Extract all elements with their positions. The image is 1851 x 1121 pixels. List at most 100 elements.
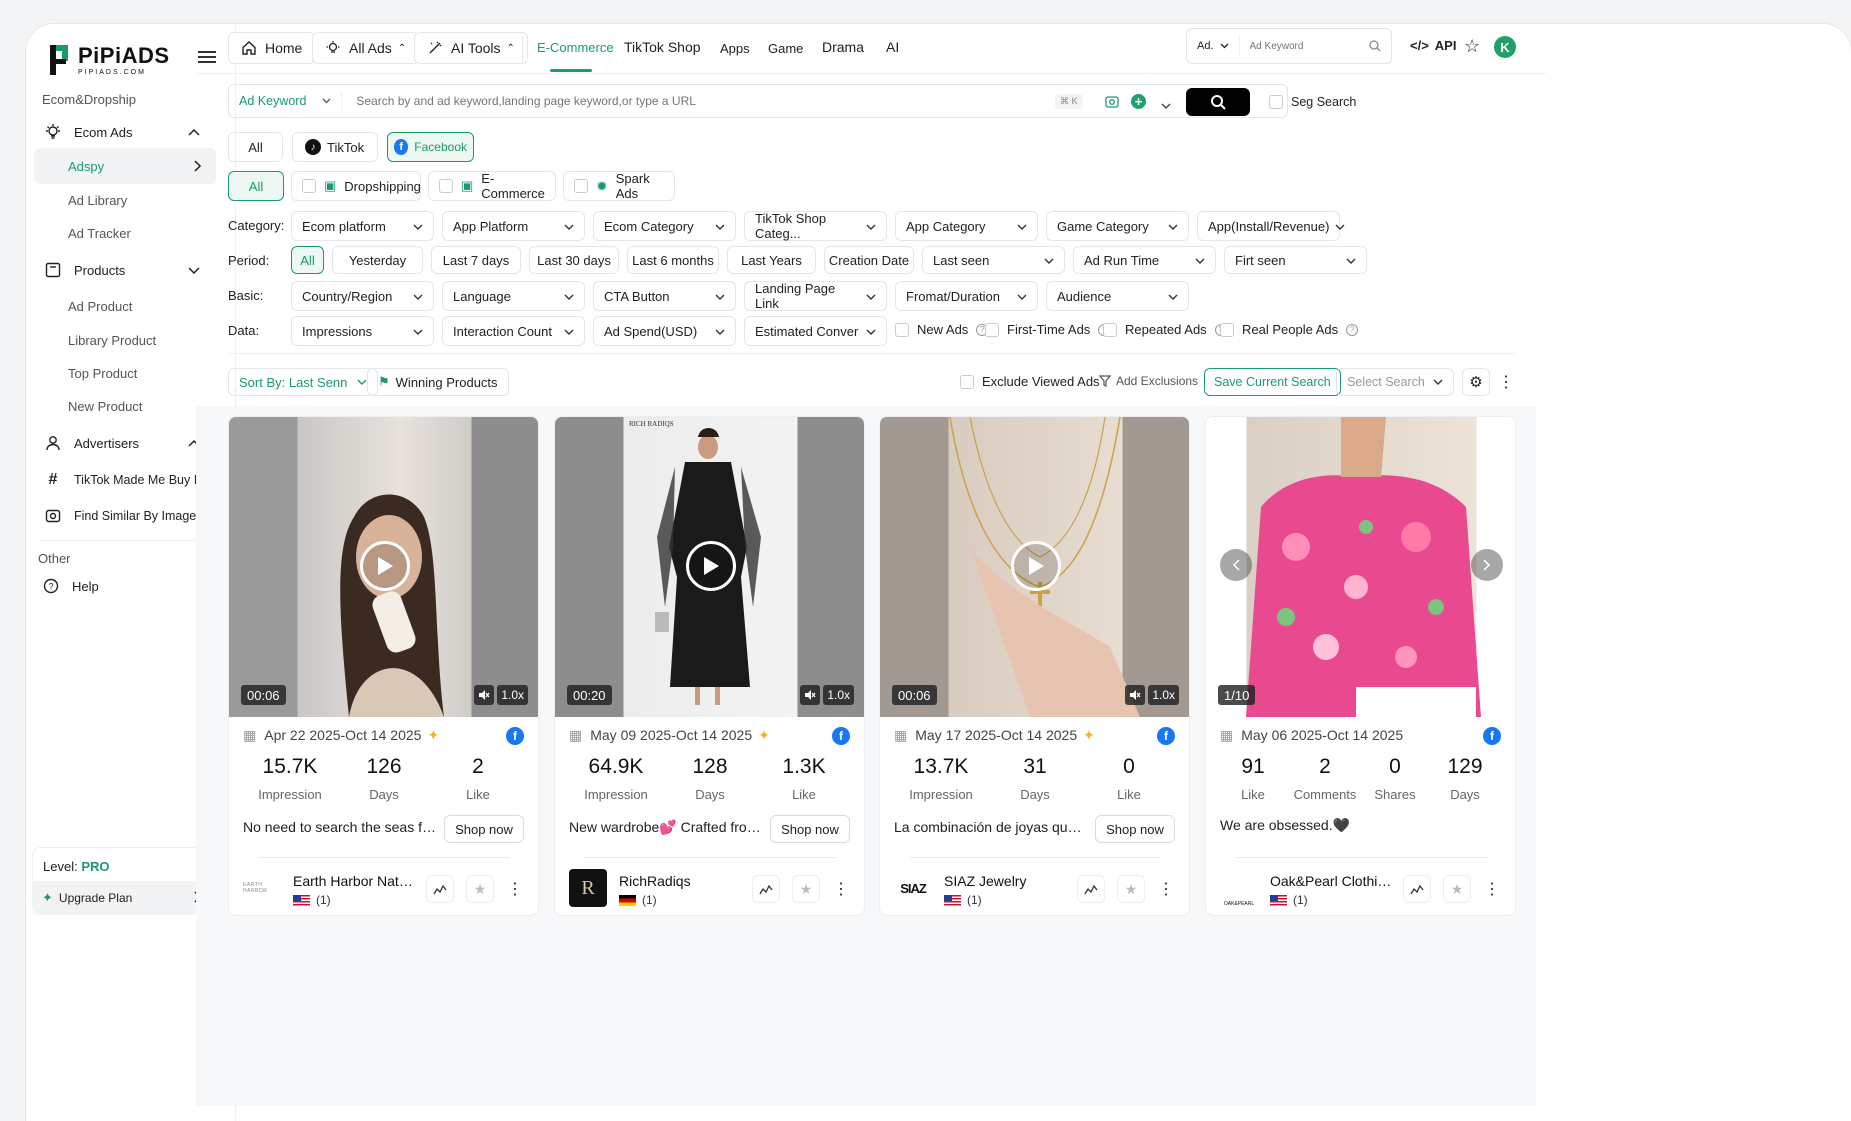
estimated-conversion-select[interactable]: Estimated Conver xyxy=(744,316,887,346)
seg-search-toggle[interactable]: Seg Search xyxy=(1269,95,1356,109)
sidebar-item-tiktok-made[interactable]: # TikTok Made Me Buy It xyxy=(32,462,214,498)
sidebar-item-ecom-ads[interactable]: Ecom Ads xyxy=(32,114,214,150)
winning-products-button[interactable]: ⚑ Winning Products xyxy=(367,368,509,396)
mute-icon[interactable] xyxy=(474,685,494,705)
advertiser-name[interactable]: Earth Harbor Natu... xyxy=(293,873,417,889)
repeated-ads-checkbox[interactable] xyxy=(1103,322,1117,337)
tab-apps[interactable]: Apps xyxy=(720,41,750,56)
sidebar-item-ad-product[interactable]: Ad Product xyxy=(68,299,132,314)
exclude-viewed-toggle[interactable]: Exclude Viewed Ads xyxy=(960,374,1100,389)
top-search-type[interactable]: Ad. xyxy=(1187,36,1240,56)
period-creation-date[interactable]: Creation Date xyxy=(824,246,914,274)
filter-repeated-ads[interactable]: Repeated Ads? xyxy=(1103,322,1227,337)
filter-first-time-ads[interactable]: First-Time Ads? xyxy=(985,322,1111,337)
sidebar-item-top-product[interactable]: Top Product xyxy=(68,366,137,381)
platform-all[interactable]: All xyxy=(228,132,283,162)
ad-card[interactable]: 00:06 1.0x ▦ May 17 2025-Oct 14 2025 ✦ f… xyxy=(879,416,1190,916)
country-region-select[interactable]: Country/Region xyxy=(291,281,434,311)
ad-media[interactable]: 1/10 xyxy=(1206,417,1515,717)
prev-image-button[interactable] xyxy=(1220,549,1252,581)
settings-icon[interactable]: ⚙ xyxy=(1462,368,1490,396)
advertiser-name[interactable]: Oak&Pearl Clothin... xyxy=(1270,873,1394,889)
ad-card[interactable]: RICH RADIQS 00:20 1.0x ▦ May 09 2025-Oct… xyxy=(554,416,865,916)
advertiser-name[interactable]: RichRadiqs xyxy=(619,873,743,889)
search-input[interactable] xyxy=(356,94,1057,108)
more-icon[interactable]: ⋮ xyxy=(1152,875,1180,903)
type-ecommerce[interactable]: ▣ E-Commerce xyxy=(428,171,556,201)
interaction-count-select[interactable]: Interaction Count xyxy=(442,316,585,346)
first-seen-select[interactable]: Firt seen xyxy=(1224,246,1367,274)
ad-card[interactable]: 00:06 1.0x ▦ Apr 22 2025-Oct 14 2025 ✦ f… xyxy=(228,416,539,916)
tab-drama[interactable]: Drama xyxy=(822,39,864,55)
type-spark-ads[interactable]: ✹ Spark Ads xyxy=(563,171,675,201)
sidebar-item-help[interactable]: ? Help xyxy=(30,568,212,604)
next-image-button[interactable] xyxy=(1471,549,1503,581)
playback-speed[interactable]: 1.0x xyxy=(1148,685,1179,705)
play-button[interactable] xyxy=(686,541,736,591)
sidebar-item-products[interactable]: Products xyxy=(32,252,214,288)
analytics-icon[interactable] xyxy=(1077,875,1105,903)
game-category-select[interactable]: Game Category xyxy=(1046,211,1189,241)
ad-media[interactable]: 00:06 1.0x xyxy=(880,417,1189,717)
app-install-revenue-select[interactable]: App(Install/Revenue) xyxy=(1197,211,1345,241)
shop-now-button[interactable]: Shop now xyxy=(1095,815,1175,843)
search-icon[interactable] xyxy=(1369,40,1381,52)
impressions-select[interactable]: Impressions xyxy=(291,316,434,346)
chevron-down-icon[interactable] xyxy=(1161,97,1171,113)
search-button[interactable] xyxy=(1186,88,1250,116)
sidebar-item-adspy[interactable]: Adspy xyxy=(34,148,216,184)
advertiser-name[interactable]: SIAZ Jewelry xyxy=(944,873,1068,889)
tab-ai[interactable]: AI xyxy=(886,39,899,55)
advertiser-logo[interactable]: OAK&PEARL xyxy=(1220,869,1258,907)
upgrade-plan-button[interactable]: ✦ Upgrade Plan xyxy=(32,881,214,915)
first-time-ads-checkbox[interactable] xyxy=(985,322,999,337)
more-options-icon[interactable]: ⋮ xyxy=(1498,368,1514,396)
tab-ecommerce[interactable]: E-Commerce xyxy=(537,40,614,55)
advertiser-logo[interactable]: SIAZ xyxy=(894,869,932,907)
sidebar-item-advertisers[interactable]: Advertisers xyxy=(32,425,214,461)
playback-speed[interactable]: 1.0x xyxy=(497,685,528,705)
platform-facebook[interactable]: f Facebook xyxy=(387,132,474,162)
star-icon[interactable]: ★ xyxy=(466,875,494,903)
top-search-input[interactable] xyxy=(1249,40,1370,52)
home-button[interactable]: Home xyxy=(228,32,316,64)
period-all[interactable]: All xyxy=(291,246,324,274)
language-select[interactable]: Language xyxy=(442,281,585,311)
advertiser-logo[interactable]: R xyxy=(569,869,607,907)
help-icon[interactable]: ? xyxy=(1346,323,1359,336)
spark-ads-checkbox[interactable] xyxy=(574,179,588,193)
playback-speed[interactable]: 1.0x xyxy=(823,685,854,705)
sidebar-item-new-product[interactable]: New Product xyxy=(68,399,142,414)
type-all[interactable]: All xyxy=(228,171,284,201)
sidebar-item-ad-library[interactable]: Ad Library xyxy=(68,193,127,208)
play-button[interactable] xyxy=(360,541,410,591)
dropshipping-checkbox[interactable] xyxy=(302,179,316,193)
period-last-6-months[interactable]: Last 6 months xyxy=(627,246,719,274)
mute-icon[interactable] xyxy=(800,685,820,705)
real-people-ads-checkbox[interactable] xyxy=(1220,322,1234,337)
ad-card[interactable]: 1/10 ▦ May 06 2025-Oct 14 2025 f 91 Like … xyxy=(1205,416,1516,916)
format-duration-select[interactable]: Fromat/Duration xyxy=(895,281,1038,311)
api-button[interactable]: </> API xyxy=(1410,38,1456,53)
filter-real-people-ads[interactable]: Real People Ads? xyxy=(1220,322,1359,337)
ecommerce-checkbox[interactable] xyxy=(439,179,453,193)
camera-icon[interactable] xyxy=(1105,95,1119,112)
period-last-7-days[interactable]: Last 7 days xyxy=(431,246,521,274)
analytics-icon[interactable] xyxy=(1403,875,1431,903)
period-last-years[interactable]: Last Years xyxy=(727,246,816,274)
star-icon[interactable]: ★ xyxy=(792,875,820,903)
tab-game[interactable]: Game xyxy=(768,41,803,56)
cta-button-select[interactable]: CTA Button xyxy=(593,281,736,311)
period-last-30-days[interactable]: Last 30 days xyxy=(529,246,619,274)
sidebar-item-ad-tracker[interactable]: Ad Tracker xyxy=(68,226,131,241)
more-icon[interactable]: ⋮ xyxy=(1478,875,1506,903)
ecom-category-select[interactable]: Ecom Category xyxy=(593,211,736,241)
mute-icon[interactable] xyxy=(1125,685,1145,705)
ad-media[interactable]: RICH RADIQS 00:20 1.0x xyxy=(555,417,864,717)
ad-run-time-select[interactable]: Ad Run Time xyxy=(1073,246,1216,274)
landing-page-link-select[interactable]: Landing Page Link xyxy=(744,281,887,311)
app-platform-select[interactable]: App Platform xyxy=(442,211,585,241)
more-icon[interactable]: ⋮ xyxy=(827,875,855,903)
new-ads-checkbox[interactable] xyxy=(895,322,909,337)
shop-now-button[interactable]: Shop now xyxy=(770,815,850,843)
